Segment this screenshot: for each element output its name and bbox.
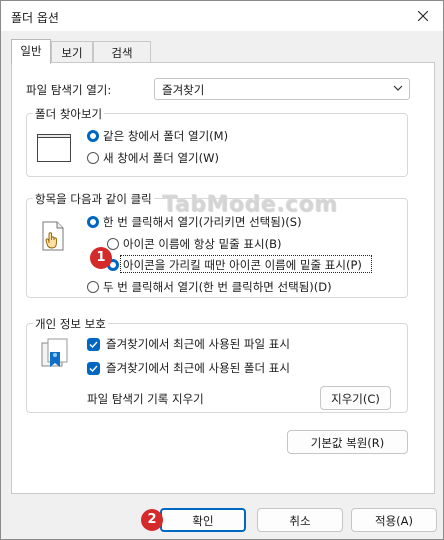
step-badge-1: 1 [90,247,112,269]
double-click-radio[interactable]: 두 번 클릭해서 열기(한 번 클릭하면 선택됨)(D) [87,279,332,295]
ok-button[interactable]: 확인 [160,508,246,532]
underline-always-label: 아이콘 이름에 항상 밑줄 표시(B) [123,237,282,251]
chevron-down-icon [393,85,403,91]
quick-access-icon [41,338,68,367]
same-window-radio[interactable]: 같은 창에서 폴더 열기(M) [87,128,228,144]
open-explorer-label: 파일 탐색기 열기: [26,83,112,97]
privacy-title: 개인 정보 보호 [33,316,108,332]
radio-dot [87,130,99,142]
double-click-label: 두 번 클릭해서 열기(한 번 클릭하면 선택됨)(D) [103,280,332,294]
same-window-label: 같은 창에서 폴더 열기(M) [103,129,229,143]
single-click-label: 한 번 클릭해서 열기(가리키면 선택됨)(S) [103,215,302,229]
recent-files-label: 즐겨찾기에서 최근에 사용된 파일 표시 [106,337,290,351]
checkbox-box [87,337,100,351]
checkmark-icon [89,341,98,348]
close-icon [418,11,428,21]
folder-options-dialog: 폴더 옵션 일반 보기 검색 파일 탐색기 열기: 즐겨찾기 폴더 찾아보기 같… [0,0,444,540]
new-window-label: 새 창에서 폴더 열기(W) [103,151,219,165]
new-window-radio[interactable]: 새 창에서 폴더 열기(W) [87,150,219,166]
click-items-title: 항목을 다음과 같이 클릭 [33,191,154,207]
apply-button[interactable]: 적용(A) [351,508,437,532]
underline-always-radio[interactable]: 아이콘 이름에 항상 밑줄 표시(B) [107,236,281,252]
privacy-group: 개인 정보 보호 즐겨찾기에서 최근에 사용된 파일 표시 즐겨찾기에서 최근에… [26,316,408,413]
single-click-radio[interactable]: 한 번 클릭해서 열기(가리키면 선택됨)(S) [87,214,302,230]
cancel-button[interactable]: 취소 [257,508,343,532]
tab-general[interactable]: 일반 [11,39,51,64]
open-explorer-dropdown[interactable]: 즐겨찾기 [154,78,410,100]
radio-dot [107,238,119,250]
tab-view[interactable]: 보기 [51,41,93,63]
recent-folders-checkbox[interactable]: 즐겨찾기에서 최근에 사용된 폴더 표시 [87,360,290,376]
radio-dot [87,281,99,293]
browse-folders-group: 폴더 찾아보기 같은 창에서 폴더 열기(M) 새 창에서 폴더 열기(W) [26,106,408,177]
recent-files-checkbox[interactable]: 즐겨찾기에서 최근에 사용된 파일 표시 [87,336,290,352]
radio-dot [87,152,99,164]
click-file-icon [42,221,64,251]
checkmark-icon [89,365,98,372]
browse-folders-title: 폴더 찾아보기 [33,106,105,122]
recent-folders-label: 즐겨찾기에서 최근에 사용된 폴더 표시 [106,361,290,375]
close-button[interactable] [411,6,435,26]
tab-search[interactable]: 검색 [93,41,151,63]
restore-defaults-button[interactable]: 기본값 복원(R) [287,430,408,454]
window-title: 폴더 옵션 [11,11,59,25]
radio-dot [87,216,99,228]
window-preview-icon [37,134,71,162]
checkbox-box [87,361,100,375]
clear-history-button[interactable]: 지우기(C) [320,386,391,410]
open-explorer-value: 즐겨찾기 [162,83,205,97]
clear-history-label: 파일 탐색기 기록 지우기 [87,392,204,406]
general-tab-panel: 파일 탐색기 열기: 즐겨찾기 폴더 찾아보기 같은 창에서 폴더 열기(M) … [11,62,435,494]
title-bar[interactable]: 폴더 옵션 [1,1,443,31]
focus-rectangle [120,255,372,273]
step-badge-2: 2 [141,509,163,531]
click-items-group: 항목을 다음과 같이 클릭 한 번 클릭해서 열기(가리키면 선택됨)(S) 아… [26,191,408,298]
